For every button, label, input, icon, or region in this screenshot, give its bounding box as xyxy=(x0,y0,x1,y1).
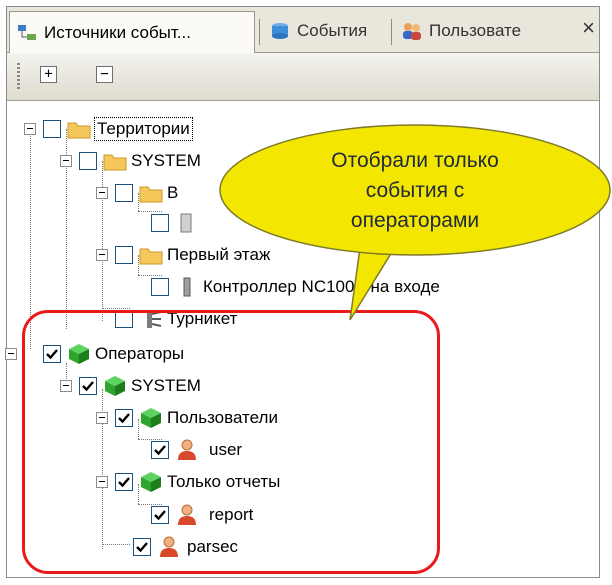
callout-line: события с xyxy=(365,179,465,202)
callout-line: операторами xyxy=(350,209,480,232)
callout-line: Отобрали только xyxy=(331,149,499,172)
callout-bubble xyxy=(219,124,611,321)
callout-text: Отобрали только события с операторами xyxy=(265,146,565,236)
